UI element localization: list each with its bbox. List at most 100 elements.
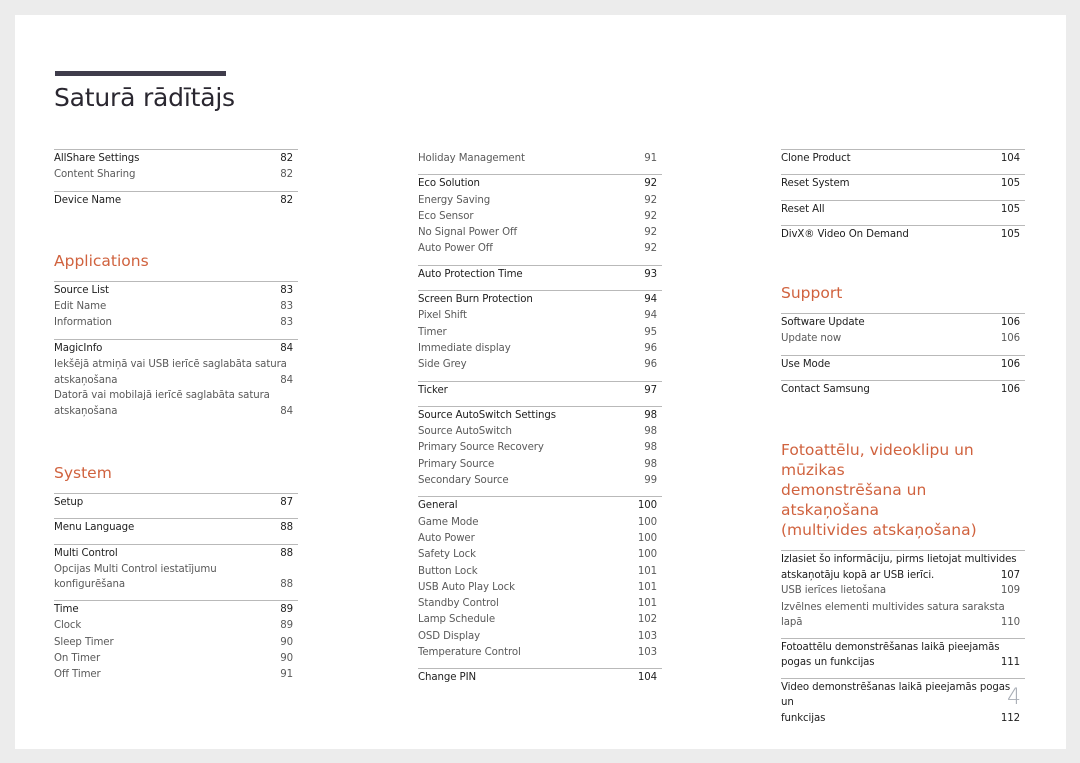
toc-entry-page: 104	[1000, 153, 1020, 164]
toc-entry-page: 84	[280, 405, 293, 417]
toc-entry[interactable]: Device Name 82	[54, 193, 298, 209]
toc-entry[interactable]: Side Grey 96	[418, 357, 662, 373]
toc-entry[interactable]: Update now 106	[781, 331, 1025, 347]
toc-entry[interactable]: Secondary Source 99	[418, 473, 662, 489]
toc-entry[interactable]: Time 89	[54, 602, 298, 618]
toc-group: Contact Samsung 106	[781, 380, 1025, 398]
toc-entry[interactable]: Use Mode 106	[781, 357, 1025, 373]
toc-entry[interactable]: No Signal Power Off 92	[418, 225, 662, 241]
toc-group: Fotoattēlu demonstrēšanas laikā pieejamā…	[781, 637, 1025, 671]
page-number: 4	[1007, 685, 1021, 710]
toc-group: Source AutoSwitch Settings 98 Source Auto…	[418, 405, 662, 489]
toc-entry-label: No Signal Power Off	[418, 227, 517, 239]
toc-entry[interactable]: Immediate display 96	[418, 341, 662, 357]
toc-entry[interactable]: Temperature Control 103	[418, 645, 662, 661]
toc-group: DivX® Video On Demand 105	[781, 224, 1025, 243]
toc-entry-label: Holiday Management	[418, 153, 525, 164]
toc-entry-label-line1: Video demonstrēšanas laikā pieejamās pog…	[781, 681, 1011, 709]
toc-entry-label: Content Sharing	[54, 169, 136, 181]
toc-entry[interactable]: Timer 95	[418, 325, 662, 341]
toc-entry[interactable]: MagicInfo 84	[54, 341, 298, 357]
toc-group: Holiday Management 91	[418, 149, 662, 167]
toc-entry-page: 84	[280, 374, 293, 386]
toc-entry-label: USB Auto Play Lock	[418, 581, 515, 593]
toc-entry[interactable]: Izlasiet šo informāciju, pirms lietojat …	[781, 552, 1025, 583]
toc-entry[interactable]: Izvēlnes elementi multivides satura sara…	[781, 600, 1025, 631]
toc-entry[interactable]: Pixel Shift 94	[418, 308, 662, 324]
toc-entry[interactable]: Standby Control 101	[418, 596, 662, 612]
toc-entry[interactable]: AllShare Settings 82	[54, 151, 298, 167]
toc-entry-line: lapā 110	[781, 615, 1025, 631]
toc-entry[interactable]: General 100	[418, 498, 662, 514]
toc-entry[interactable]: Source AutoSwitch 98	[418, 424, 662, 440]
toc-entry[interactable]: DivX® Video On Demand 105	[781, 227, 1025, 243]
toc-entry[interactable]: Information 83	[54, 315, 298, 331]
toc-entry-page: 100	[637, 532, 657, 544]
toc-entry[interactable]: Opcijas Multi Control iestatījumu konfig…	[54, 562, 298, 593]
toc-entry[interactable]: Video demonstrēšanas laikā pieejamās pog…	[781, 680, 1025, 727]
toc-entry[interactable]: Game Mode 100	[418, 515, 662, 531]
toc-entry-page: 98	[644, 442, 657, 454]
toc-entry[interactable]: Sleep Timer 90	[54, 635, 298, 651]
toc-entry[interactable]: Energy Saving 92	[418, 193, 662, 209]
toc-entry[interactable]: Menu Language 88	[54, 520, 298, 536]
toc-entry[interactable]: Fotoattēlu demonstrēšanas laikā pieejamā…	[781, 640, 1025, 671]
toc-entry[interactable]: Lamp Schedule 102	[418, 612, 662, 628]
toc-entry[interactable]: Software Update 106	[781, 315, 1025, 331]
toc-entry[interactable]: Auto Power Off 92	[418, 241, 662, 257]
toc-entry[interactable]: Edit Name 83	[54, 299, 298, 315]
toc-entry[interactable]: Clone Product 104	[781, 151, 1025, 167]
toc-entry[interactable]: Clock 89	[54, 618, 298, 634]
toc-entry-page: 90	[280, 636, 293, 648]
toc-entry-line: Opcijas Multi Control iestatījumu	[54, 562, 298, 578]
toc-entry[interactable]: USB ierīces lietošana 109	[781, 583, 1025, 599]
toc-entry[interactable]: Content Sharing 82	[54, 167, 298, 183]
toc-entry[interactable]: Change PIN 104	[418, 670, 662, 686]
toc-entry[interactable]: Eco Solution 92	[418, 176, 662, 192]
toc-entry[interactable]: Eco Sensor 92	[418, 209, 662, 225]
toc-entry[interactable]: Source List 83	[54, 283, 298, 299]
toc-entry-label: Button Lock	[418, 565, 478, 577]
toc-entry[interactable]: OSD Display 103	[418, 629, 662, 645]
toc-entry-label: Auto Power Off	[418, 243, 493, 255]
toc-entry[interactable]: Iekšējā atmiņā vai USB ierīcē saglabāta …	[54, 357, 298, 388]
toc-entry[interactable]: Auto Protection Time 93	[418, 267, 662, 283]
toc-entry[interactable]: Auto Power 100	[418, 531, 662, 547]
toc-entry[interactable]: Reset All 105	[781, 202, 1025, 218]
toc-entry[interactable]: Primary Source 98	[418, 457, 662, 473]
toc-entry-label: Use Mode	[781, 358, 831, 370]
toc-entry[interactable]: Datorā vai mobilajā ierīcē saglabāta sat…	[54, 388, 298, 419]
toc-entry[interactable]: Source AutoSwitch Settings 98	[418, 408, 662, 424]
toc-group: Reset System 105	[781, 174, 1025, 192]
toc-entry[interactable]: Off Timer 91	[54, 667, 298, 683]
toc-entry[interactable]: Multi Control 88	[54, 546, 298, 562]
toc-entry[interactable]: On Timer 90	[54, 651, 298, 667]
toc-entry[interactable]: Contact Samsung 106	[781, 382, 1025, 398]
toc-entry-line: Izlasiet šo informāciju, pirms lietojat …	[781, 552, 1025, 568]
toc-entry[interactable]: Safety Lock 100	[418, 547, 662, 563]
toc-entry-page: 102	[637, 614, 657, 626]
toc-group: Ticker 97	[418, 380, 662, 399]
toc-entry-page: 104	[637, 672, 657, 684]
toc-entry[interactable]: Ticker 97	[418, 383, 662, 399]
toc-entry[interactable]: Button Lock 101	[418, 564, 662, 580]
toc-entry-label: Reset System	[781, 178, 850, 190]
toc-entry[interactable]: Holiday Management 91	[418, 151, 662, 167]
toc-entry[interactable]: Setup 87	[54, 495, 298, 511]
toc-entry-line: funkcijas 112	[781, 711, 1025, 727]
toc-entry[interactable]: Screen Burn Protection 94	[418, 292, 662, 308]
toc-group: AllShare Settings 82 Content Sharing 82	[54, 149, 298, 184]
document-page: Saturā rādītājs AllShare Settings 82 Cont…	[15, 15, 1066, 749]
toc-entry-page: 106	[1000, 384, 1020, 396]
toc-entry-page: 92	[644, 227, 657, 239]
toc-entry[interactable]: Primary Source Recovery 98	[418, 440, 662, 456]
toc-entry-label-line1: Fotoattēlu demonstrēšanas laikā pieejamā…	[781, 641, 1000, 653]
toc-entry-label-line2: funkcijas	[781, 712, 826, 724]
toc-entry[interactable]: USB Auto Play Lock 101	[418, 580, 662, 596]
toc-entry-label: USB ierīces lietošana	[781, 585, 886, 597]
toc-entry-label: Immediate display	[418, 342, 511, 354]
toc-entry-page: 100	[637, 549, 657, 561]
section-heading-support: Support	[781, 284, 843, 303]
toc-entry-label: Timer	[418, 326, 447, 338]
toc-entry[interactable]: Reset System 105	[781, 176, 1025, 192]
